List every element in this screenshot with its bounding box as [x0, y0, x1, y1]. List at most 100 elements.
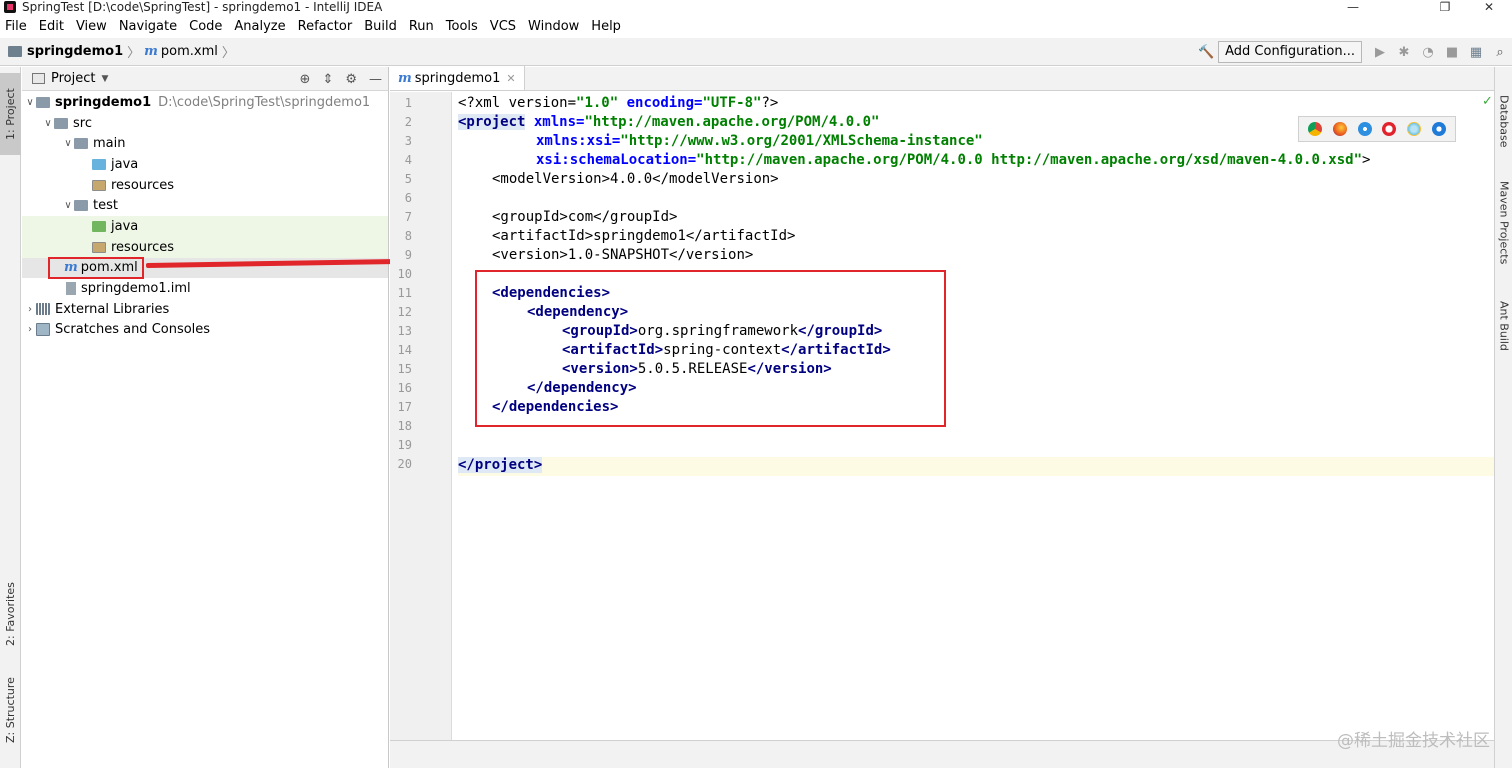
menu-edit[interactable]: Edit	[33, 16, 70, 38]
edge-icon[interactable]	[1431, 122, 1446, 136]
hide-icon[interactable]: —	[369, 72, 382, 87]
internet-explorer-icon[interactable]	[1406, 122, 1421, 136]
tree-label-test-java: java	[111, 218, 139, 234]
line-number: 10	[397, 267, 412, 281]
tree-item-scratches[interactable]: › Scratches and Consoles	[22, 320, 388, 341]
tree-item-test-resources[interactable]: resources	[22, 236, 388, 258]
line-number: 16	[397, 381, 412, 395]
tree-label-root: springdemo1	[55, 94, 152, 110]
annotation-box-dependencies	[475, 270, 946, 427]
intellij-app-icon	[4, 1, 16, 13]
tree-item-main-java[interactable]: java	[22, 154, 388, 175]
tree-label-scratches: Scratches and Consoles	[55, 322, 211, 338]
tree-item-external-libraries[interactable]: › External Libraries	[22, 299, 388, 320]
firefox-icon[interactable]	[1332, 122, 1347, 136]
line-number: 20	[397, 457, 412, 471]
expand-arrow-icon[interactable]: ›	[24, 324, 36, 335]
tree-item-main-resources[interactable]: resources	[22, 175, 388, 196]
restore-button[interactable]: ❐	[1422, 0, 1468, 14]
minimize-button[interactable]: —	[1330, 0, 1376, 14]
add-configuration-button[interactable]: Add Configuration...	[1218, 41, 1362, 63]
menu-view[interactable]: View	[70, 16, 113, 38]
folder-icon	[8, 46, 22, 57]
tool-tab-ant[interactable]: Ant Build	[1495, 299, 1512, 359]
expand-arrow-icon[interactable]: ∨	[42, 118, 54, 129]
menu-file[interactable]: File	[0, 16, 33, 38]
expand-arrow-icon[interactable]: ›	[24, 304, 36, 315]
expand-arrow-icon[interactable]: ∨	[62, 138, 74, 149]
tree-item-src[interactable]: ∨ src	[22, 113, 388, 134]
close-button[interactable]: ✕	[1466, 0, 1512, 14]
locate-icon[interactable]: ⊕	[300, 72, 311, 87]
menu-help[interactable]: Help	[585, 16, 627, 38]
project-panel-title[interactable]: Project	[51, 71, 95, 86]
line-number: 2	[404, 115, 412, 129]
menu-vcs[interactable]: VCS	[484, 16, 522, 38]
tree-label-iml: springdemo1.iml	[81, 281, 191, 297]
line-number: 9	[404, 248, 412, 262]
menu-build[interactable]: Build	[358, 16, 403, 38]
line-number: 7	[404, 210, 412, 224]
line-number: 5	[404, 172, 412, 186]
menu-navigate[interactable]: Navigate	[113, 16, 183, 38]
coverage-icon[interactable]: ◔	[1420, 44, 1436, 60]
debug-icon[interactable]: ✱	[1396, 44, 1412, 60]
left-tool-strip: 1: Project 2: Favorites Z: Structure	[0, 67, 21, 768]
code-line-7: <groupId>com</groupId>	[492, 209, 678, 225]
line-number: 8	[404, 229, 412, 243]
tree-label-main: main	[93, 136, 126, 152]
chrome-icon[interactable]	[1308, 122, 1323, 136]
test-resources-folder-icon	[92, 241, 106, 253]
tree-item-main[interactable]: ∨ main	[22, 133, 388, 154]
tool-tab-maven[interactable]: Maven Projects	[1495, 179, 1512, 289]
expand-arrow-icon[interactable]: ∨	[24, 97, 36, 108]
opera-icon[interactable]	[1382, 122, 1397, 136]
navigation-bar: springdemo1 〉 m pom.xml 〉 🔨 Add Configur…	[0, 38, 1512, 66]
run-icon[interactable]: ▶	[1372, 44, 1388, 60]
menu-run[interactable]: Run	[403, 16, 440, 38]
project-panel-header: Project ▼ ⊕ ⇕ ⚙ —	[22, 67, 388, 91]
library-icon	[36, 303, 50, 316]
tree-label-test: test	[93, 198, 118, 214]
editor-tab-label: springdemo1	[414, 70, 501, 86]
breadcrumb-file[interactable]: pom.xml	[161, 44, 218, 59]
menu-analyze[interactable]: Analyze	[228, 16, 291, 38]
module-folder-icon	[36, 96, 50, 108]
stop-icon[interactable]: ■	[1444, 44, 1460, 60]
expand-arrow-icon[interactable]: ∨	[62, 200, 74, 211]
menu-window[interactable]: Window	[522, 16, 585, 38]
project-tree: ∨ springdemo1 D:\code\SpringTest\springd…	[22, 92, 388, 340]
search-icon[interactable]: ⌕	[1492, 44, 1508, 60]
line-number-gutter: 1 2 3 4 5 6 7 8 9 10 11 12 13 14 15 16 1…	[390, 92, 452, 742]
chevron-right-icon: 〉	[221, 46, 235, 61]
project-structure-icon[interactable]: ▦	[1468, 44, 1484, 60]
tree-item-iml[interactable]: springdemo1.iml	[22, 278, 388, 299]
tree-item-root[interactable]: ∨ springdemo1 D:\code\SpringTest\springd…	[22, 92, 388, 113]
tool-tab-structure[interactable]: Z: Structure	[0, 675, 21, 745]
browser-preview-bar	[1298, 116, 1456, 142]
editor-tab-pom[interactable]: m springdemo1 ✕	[390, 66, 525, 90]
code-line-1: <?xml version="1.0" encoding="UTF-8"?>	[458, 95, 779, 111]
code-line-2: <project xmlns="http://maven.apache.org/…	[458, 114, 880, 130]
tree-item-test[interactable]: ∨ test	[22, 195, 388, 216]
line-number: 14	[397, 343, 412, 357]
tool-tab-database[interactable]: Database	[1495, 93, 1512, 153]
safari-icon[interactable]	[1357, 122, 1372, 136]
tree-label-src: src	[73, 115, 92, 131]
chevron-down-icon[interactable]: ▼	[101, 74, 108, 84]
close-tab-icon[interactable]: ✕	[506, 72, 515, 85]
collapse-all-icon[interactable]: ⇕	[322, 72, 333, 87]
breadcrumb-project[interactable]: springdemo1	[27, 44, 123, 59]
menu-tools[interactable]: Tools	[440, 16, 484, 38]
line-number: 3	[404, 134, 412, 148]
window-title: SpringTest [D:\code\SpringTest] - spring…	[22, 0, 383, 14]
tree-item-test-java[interactable]: java	[22, 216, 388, 237]
gear-icon[interactable]: ⚙	[345, 72, 357, 87]
inspection-ok-icon: ✓	[1482, 94, 1493, 109]
menu-code[interactable]: Code	[183, 16, 228, 38]
title-bar: SpringTest [D:\code\SpringTest] - spring…	[0, 0, 1512, 14]
menu-refactor[interactable]: Refactor	[292, 16, 359, 38]
build-hammer-icon[interactable]: 🔨	[1198, 44, 1214, 60]
tool-tab-project[interactable]: 1: Project	[0, 73, 21, 155]
tool-tab-favorites[interactable]: 2: Favorites	[0, 579, 21, 649]
